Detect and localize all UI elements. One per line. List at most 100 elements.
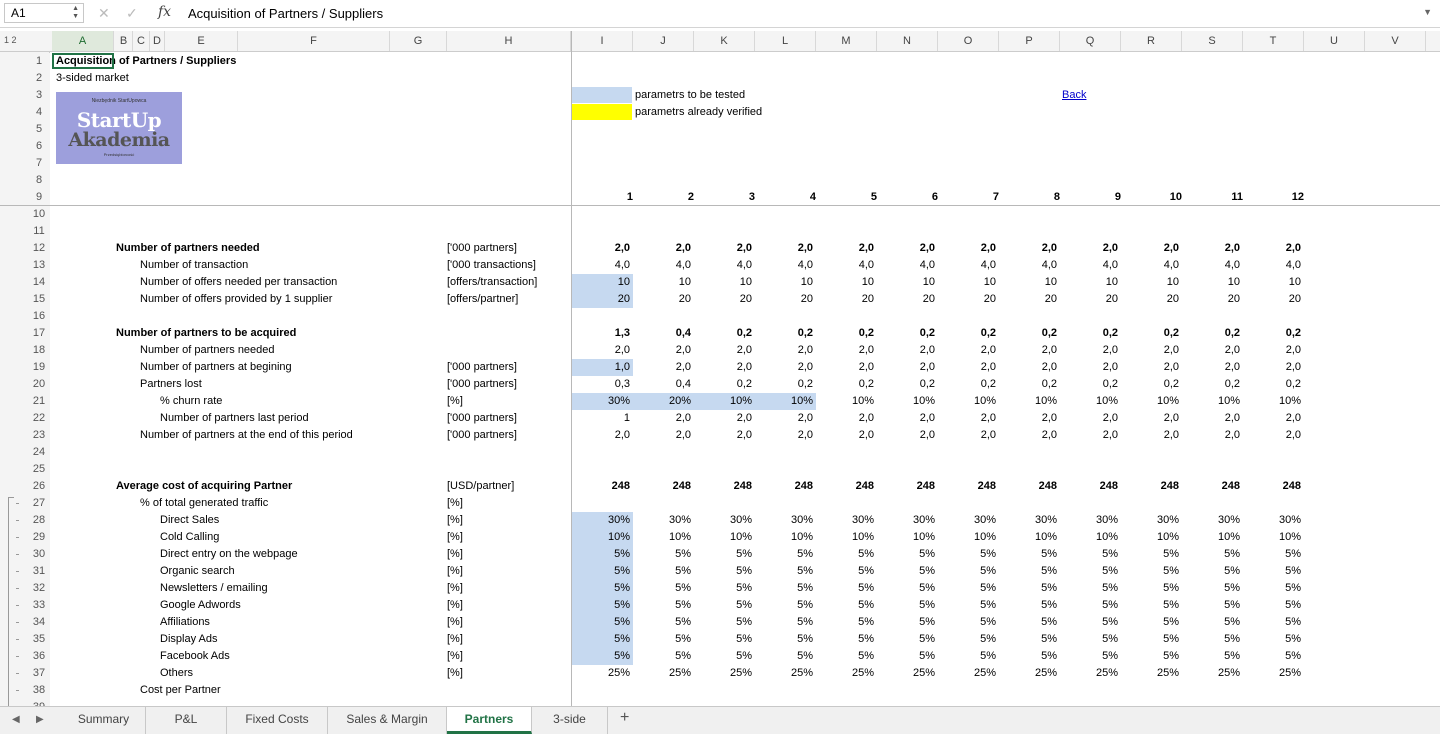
value-cell[interactable]: 2,0 xyxy=(877,359,938,376)
function-icon[interactable]: fx xyxy=(158,4,171,20)
row-number[interactable]: 39 xyxy=(28,699,50,706)
value-cell[interactable]: 10% xyxy=(694,529,755,546)
value-cell[interactable]: 10 xyxy=(816,274,877,291)
value-cell[interactable]: 5% xyxy=(938,580,999,597)
value-cell[interactable]: 248 xyxy=(938,478,999,495)
row-unit[interactable]: [%] xyxy=(447,631,463,648)
row-number[interactable]: 19 xyxy=(28,359,50,376)
row-label[interactable]: Number of partners needed xyxy=(140,342,275,359)
value-cell[interactable]: 0,4 xyxy=(633,325,694,342)
value-cell[interactable]: 5% xyxy=(1060,648,1121,665)
outline-level-buttons[interactable]: 1 2 xyxy=(4,35,17,45)
value-cell[interactable]: 10 xyxy=(694,274,755,291)
value-cell[interactable]: 10% xyxy=(1060,529,1121,546)
row-unit[interactable]: ['000 partners] xyxy=(447,410,517,427)
value-cell[interactable]: 2,0 xyxy=(1121,410,1182,427)
value-cell[interactable]: 5% xyxy=(1121,563,1182,580)
value-cell[interactable]: 5% xyxy=(755,631,816,648)
value-cell[interactable]: 0,2 xyxy=(816,325,877,342)
row-label[interactable]: Cold Calling xyxy=(160,529,219,546)
value-cell[interactable]: 5% xyxy=(1121,546,1182,563)
row-unit[interactable]: [offers/transaction] xyxy=(447,274,537,291)
row-unit[interactable]: [%] xyxy=(447,563,463,580)
value-cell[interactable]: 2,0 xyxy=(999,427,1060,444)
value-cell[interactable]: 2,0 xyxy=(694,342,755,359)
value-cell[interactable]: 2,0 xyxy=(1060,240,1121,257)
value-cell[interactable]: 2,0 xyxy=(1182,410,1243,427)
value-cell[interactable]: 5% xyxy=(1182,597,1243,614)
row-number[interactable]: 31 xyxy=(28,563,50,580)
value-cell[interactable]: 5% xyxy=(1121,580,1182,597)
value-cell[interactable]: 10 xyxy=(1243,274,1304,291)
period-header[interactable]: 2 xyxy=(633,189,694,206)
value-cell[interactable]: 25% xyxy=(816,665,877,682)
column-header-r[interactable]: R xyxy=(1121,31,1182,51)
row-number[interactable]: 22 xyxy=(28,410,50,427)
value-cell[interactable]: 10% xyxy=(1182,529,1243,546)
row-number[interactable]: 1 xyxy=(28,53,50,70)
value-cell[interactable]: 10% xyxy=(755,529,816,546)
value-cell[interactable]: 5% xyxy=(1060,580,1121,597)
value-cell[interactable]: 248 xyxy=(572,478,633,495)
value-cell[interactable]: 5% xyxy=(1243,614,1304,631)
value-cell[interactable]: 20 xyxy=(816,291,877,308)
row-unit[interactable]: [%] xyxy=(447,614,463,631)
value-cell[interactable]: 1 xyxy=(572,410,633,427)
value-cell[interactable]: 5% xyxy=(633,631,694,648)
value-cell[interactable]: 10 xyxy=(633,274,694,291)
value-cell[interactable]: 5% xyxy=(572,614,633,631)
row-number[interactable]: 37 xyxy=(28,665,50,682)
period-header[interactable]: 7 xyxy=(938,189,999,206)
value-cell[interactable]: 30% xyxy=(999,512,1060,529)
value-cell[interactable]: 25% xyxy=(999,665,1060,682)
value-cell[interactable]: 2,0 xyxy=(1182,342,1243,359)
value-cell[interactable]: 2,0 xyxy=(755,240,816,257)
period-header[interactable]: 9 xyxy=(1060,189,1121,206)
value-cell[interactable]: 5% xyxy=(999,597,1060,614)
value-cell[interactable]: 30% xyxy=(755,512,816,529)
value-cell[interactable]: 30% xyxy=(1243,512,1304,529)
value-cell[interactable]: 30% xyxy=(877,512,938,529)
value-cell[interactable]: 2,0 xyxy=(755,410,816,427)
tab-partners[interactable]: Partners xyxy=(447,707,532,734)
row-number[interactable]: 15 xyxy=(28,291,50,308)
value-cell[interactable]: 5% xyxy=(755,614,816,631)
value-cell[interactable]: 5% xyxy=(694,631,755,648)
value-cell[interactable]: 5% xyxy=(938,648,999,665)
value-cell[interactable]: 20 xyxy=(1121,291,1182,308)
column-header-c[interactable]: C xyxy=(133,31,150,51)
row-unit[interactable]: ['000 partners] xyxy=(447,376,517,393)
value-cell[interactable]: 2,0 xyxy=(1060,410,1121,427)
value-cell[interactable]: 5% xyxy=(633,648,694,665)
row-unit[interactable]: [%] xyxy=(447,580,463,597)
value-cell[interactable]: 248 xyxy=(816,478,877,495)
row-number[interactable]: 13 xyxy=(28,257,50,274)
value-cell[interactable]: 4,0 xyxy=(1060,257,1121,274)
value-cell[interactable]: 4,0 xyxy=(1243,257,1304,274)
value-cell[interactable]: 30% xyxy=(1121,512,1182,529)
value-cell[interactable]: 2,0 xyxy=(1121,359,1182,376)
value-cell[interactable]: 5% xyxy=(999,546,1060,563)
value-cell[interactable]: 2,0 xyxy=(999,410,1060,427)
value-cell[interactable]: 5% xyxy=(755,563,816,580)
row-label[interactable]: Number of partners needed xyxy=(116,240,260,257)
value-cell[interactable]: 2,0 xyxy=(694,240,755,257)
value-cell[interactable]: 2,0 xyxy=(999,359,1060,376)
value-cell[interactable]: 4,0 xyxy=(694,257,755,274)
value-cell[interactable]: 10% xyxy=(816,529,877,546)
value-cell[interactable]: 25% xyxy=(1182,665,1243,682)
row-label[interactable]: Google Adwords xyxy=(160,597,241,614)
value-cell[interactable]: 25% xyxy=(877,665,938,682)
value-cell[interactable]: 5% xyxy=(1060,631,1121,648)
value-cell[interactable]: 2,0 xyxy=(694,410,755,427)
value-cell[interactable]: 4,0 xyxy=(999,257,1060,274)
sheet-subtitle[interactable]: 3-sided market xyxy=(56,70,129,87)
value-cell[interactable]: 2,0 xyxy=(1121,427,1182,444)
value-cell[interactable]: 0,2 xyxy=(1182,376,1243,393)
value-cell[interactable]: 5% xyxy=(633,614,694,631)
value-cell[interactable]: 25% xyxy=(755,665,816,682)
tab-p-l[interactable]: P&L xyxy=(146,707,227,734)
value-cell[interactable]: 0,2 xyxy=(1243,325,1304,342)
value-cell[interactable]: 0,2 xyxy=(694,376,755,393)
value-cell[interactable]: 2,0 xyxy=(1121,240,1182,257)
